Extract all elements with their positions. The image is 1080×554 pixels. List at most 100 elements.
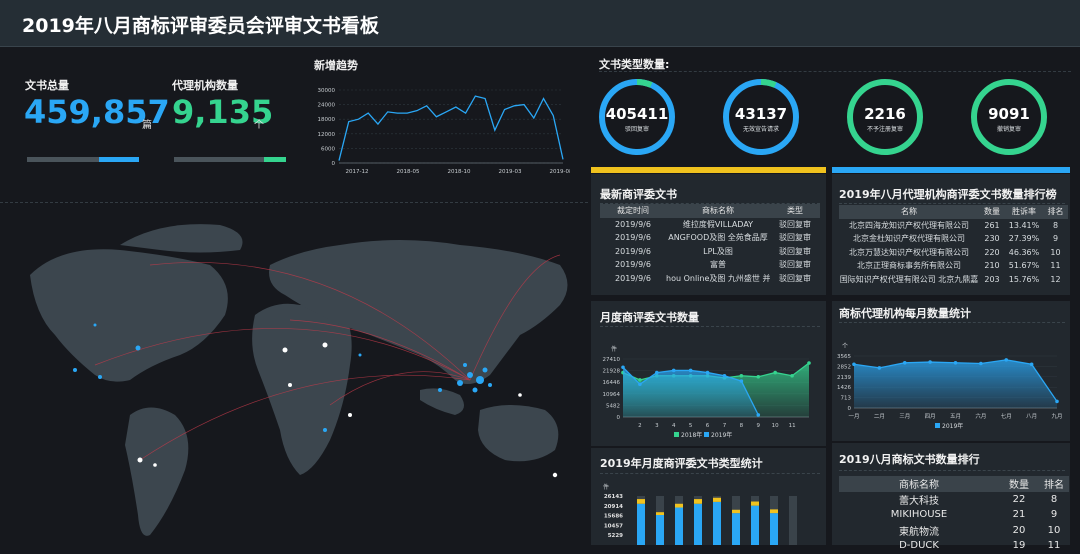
tick-label: 26143 xyxy=(604,494,623,500)
cell: MIKIHOUSE xyxy=(890,509,948,521)
tick-label: 2019-03 xyxy=(499,169,522,175)
series-point xyxy=(1029,362,1034,367)
tick-label: 四月 xyxy=(925,413,936,420)
table-row[interactable]: 北京金杜知识产权代理有限公司 230 27.39% 9 xyxy=(839,232,1068,246)
table-row[interactable]: 北京正理商标事务所有限公司 210 51.67% 11 xyxy=(839,259,1068,273)
cell: 富普 xyxy=(710,260,726,270)
tick-label: 六月 xyxy=(975,412,986,420)
agency-monthly-title: 商标代理机构每月数量统计 xyxy=(839,307,971,320)
cell: 20 xyxy=(1012,524,1026,536)
series-point xyxy=(705,370,710,375)
tick-label: 2 xyxy=(638,423,642,429)
cell: 9 xyxy=(1052,234,1059,244)
series-point xyxy=(877,366,882,370)
agency-rank-table: 名称 数量 胜诉率 排名 北京四海龙知识产权代理有限公司 261 13.41% 8 北… xyxy=(839,205,1068,286)
cell: 13.41% xyxy=(1008,220,1040,230)
tick-label: 七月 xyxy=(1001,412,1012,420)
southeast-asia-shape xyxy=(420,388,464,415)
cell: LPL及图 xyxy=(703,246,733,256)
tick-label: 1426 xyxy=(837,385,851,391)
bar xyxy=(694,503,702,545)
agency-monthly-chart: 个 3565 2852 2139 1426 713 0一月 二月 三月 四月 五月 六月 七月 八月 九月 2… xyxy=(837,343,1063,430)
bar-cap xyxy=(713,497,721,502)
tick-label: 3565 xyxy=(837,354,851,360)
legend-swatch xyxy=(674,432,679,437)
world-map xyxy=(30,224,568,536)
cell: 22 xyxy=(1012,493,1026,505)
type-ring-segment xyxy=(760,79,777,88)
cell: 11 xyxy=(1050,261,1061,271)
series-point xyxy=(739,373,744,378)
cell: hou Online及图 九州盛世 并 xyxy=(666,273,770,283)
tick-label: 15686 xyxy=(604,514,623,520)
cell: 北京四海龙知识产权代理有限公司 xyxy=(849,220,969,230)
tick-label: 6000 xyxy=(321,146,335,152)
tick-label: 0 xyxy=(848,406,852,412)
unit-label: 个 xyxy=(842,343,848,350)
tick-label: 0 xyxy=(617,415,621,421)
tick-label: 0 xyxy=(332,161,336,167)
cell: 驳回复审 xyxy=(779,246,811,256)
bar xyxy=(713,501,721,545)
table-row[interactable]: 北京四海龙知识产权代理有限公司 261 13.41% 8 xyxy=(839,219,1068,233)
agency-rank-title: 2019年八月代理机构商评委文书数量排行榜 xyxy=(839,188,1057,201)
agency-col-count: 数量 xyxy=(979,205,1005,219)
cell: 261 xyxy=(984,220,1000,230)
table-row[interactable]: 2019/9/6 LPL及图 驳回复审 xyxy=(600,245,820,259)
total-docs-progress-fill xyxy=(99,157,139,162)
series-point xyxy=(1055,399,1059,404)
tick-label: 16446 xyxy=(603,380,621,386)
cell: 维拉度假VILLADAY xyxy=(682,219,754,229)
tick-label: 2852 xyxy=(837,364,851,370)
agency-count-label: 代理机构数量 xyxy=(172,79,238,92)
table-row[interactable]: 2019/9/6 富普 驳回复审 xyxy=(600,258,820,272)
series-point xyxy=(722,373,727,378)
monthly-divider xyxy=(600,326,820,327)
series-point xyxy=(1004,358,1009,362)
section-divider xyxy=(0,202,588,203)
brand-rank-divider xyxy=(839,470,1065,471)
cell: 2019/9/6 xyxy=(615,260,651,270)
series-point xyxy=(671,368,676,373)
series-point xyxy=(688,368,693,373)
cell: 19 xyxy=(1012,540,1026,552)
table-row[interactable]: 2019/9/6 ANGFOOD及图 全苑食品厚 驳回复审 xyxy=(600,231,820,245)
table-row[interactable]: 東航物流 20 10 xyxy=(839,523,1069,539)
tick-label: 8 xyxy=(740,423,744,429)
table-row[interactable]: 北京万慧达知识产权代理有限公司 220 46.36% 10 xyxy=(839,246,1068,260)
bar xyxy=(656,515,664,545)
table-row[interactable]: D-DUCK 19 11 xyxy=(839,538,1069,554)
tick-label: 5482 xyxy=(606,403,620,409)
agency-col-rate: 胜诉率 xyxy=(1005,205,1043,219)
yellow-accent-bar xyxy=(591,167,826,173)
table-row[interactable]: MIKIHOUSE 21 9 xyxy=(839,507,1069,523)
table-row[interactable]: 国际知识产权代理有限公司 北京九鼎嘉 203 15.76% 12 xyxy=(839,273,1068,287)
agency-count-unit: 个 xyxy=(254,120,264,131)
bar xyxy=(637,503,645,545)
agency-rank-panel: 2019年八月代理机构商评委文书数量排行榜 名称 数量 胜诉率 排名 北京四海龙… xyxy=(832,174,1070,295)
type-value: 405411 xyxy=(606,105,669,123)
table-row[interactable]: 2019/9/6 hou Online及图 九州盛世 并驳回复审 xyxy=(600,272,820,286)
series-point xyxy=(902,360,907,365)
cell: 2019/9/6 xyxy=(615,219,651,229)
cell: 北京万慧达知识产权代理有限公司 xyxy=(849,247,969,257)
australia-shape xyxy=(478,405,559,462)
tick-label: 20914 xyxy=(604,504,623,510)
agency-rank-divider xyxy=(839,203,1065,204)
cell: 驳回复审 xyxy=(779,260,811,270)
cell: 15.76% xyxy=(1008,274,1040,284)
cell: 10 xyxy=(1050,247,1061,257)
brand-rank-title: 2019八月商标文书数量排行 xyxy=(839,453,980,466)
tick-label: 24000 xyxy=(318,103,336,109)
tick-label: 12000 xyxy=(318,132,336,138)
tick-label: 713 xyxy=(841,396,852,402)
total-docs-label: 文书总量 xyxy=(25,79,69,92)
cell: 北京正理商标事务所有限公司 xyxy=(857,261,961,271)
tick-label: 2018-05 xyxy=(397,169,420,175)
table-row[interactable]: 2019/9/6 维拉度假VILLADAY 驳回复审 xyxy=(600,218,820,232)
table-row[interactable]: 蕾大科技 22 8 xyxy=(839,492,1069,508)
agency-col-name: 名称 xyxy=(839,205,979,219)
tick-label: 10457 xyxy=(604,523,623,529)
bar-cap xyxy=(694,499,702,504)
tick-label: 八月 xyxy=(1026,413,1037,420)
